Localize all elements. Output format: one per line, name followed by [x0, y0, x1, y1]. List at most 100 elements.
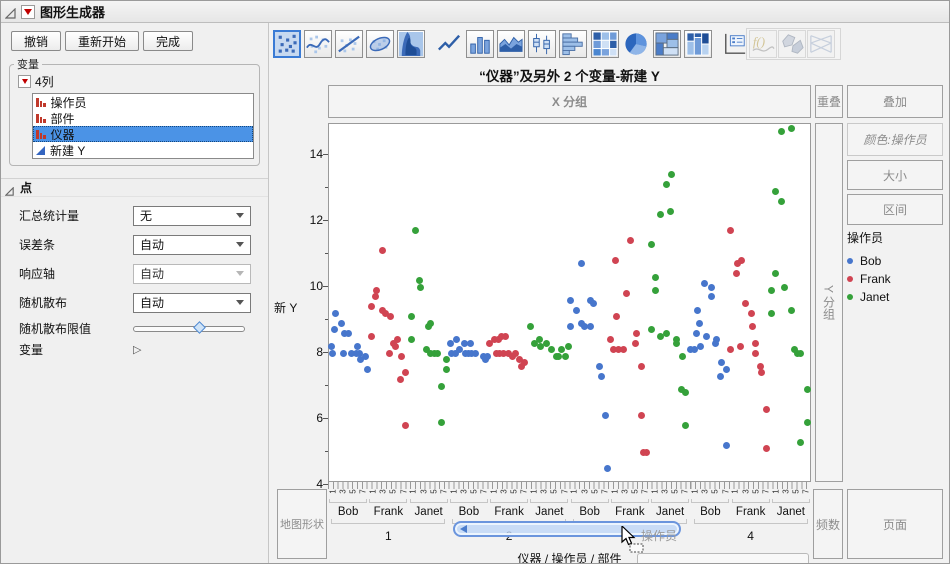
data-point-frank[interactable] [749, 323, 756, 330]
data-point-janet[interactable] [443, 356, 450, 363]
drop-zone-wrap[interactable]: 重叠 [815, 85, 843, 118]
drop-zone-overlay[interactable]: 叠加 [847, 85, 943, 118]
property-dropdown[interactable]: 自动 [133, 235, 251, 255]
data-point-janet[interactable] [673, 340, 680, 347]
data-point-frank[interactable] [734, 260, 741, 267]
data-point-bob[interactable] [717, 373, 724, 380]
data-point-janet[interactable] [804, 386, 811, 393]
data-point-bob[interactable] [696, 320, 703, 327]
contour-icon[interactable] [397, 30, 425, 58]
data-point-janet[interactable] [667, 208, 674, 215]
data-point-bob[interactable] [708, 284, 715, 291]
data-point-bob[interactable] [602, 412, 609, 419]
variable-item-1[interactable]: 操作员 [33, 94, 253, 110]
pie-icon[interactable] [622, 30, 650, 58]
data-point-bob[interactable] [693, 330, 700, 337]
smoother-icon[interactable] [304, 30, 332, 58]
drop-zone-page[interactable]: 页面 [847, 489, 943, 559]
y-axis-label[interactable]: 新 Y [274, 299, 297, 316]
data-point-bob[interactable] [567, 297, 574, 304]
columns-red-triangle-icon[interactable] [18, 75, 31, 88]
data-point-janet[interactable] [804, 419, 811, 426]
data-point-janet[interactable] [416, 277, 423, 284]
data-point-janet[interactable] [663, 330, 670, 337]
area-icon[interactable] [497, 30, 525, 58]
data-point-janet[interactable] [434, 350, 441, 357]
data-point-frank[interactable] [398, 353, 405, 360]
data-point-janet[interactable] [417, 284, 424, 291]
data-point-frank[interactable] [379, 247, 386, 254]
data-point-janet[interactable] [565, 343, 572, 350]
data-point-frank[interactable] [752, 350, 759, 357]
property-dropdown[interactable]: 无 [133, 206, 251, 226]
data-point-frank[interactable] [607, 336, 614, 343]
variable-item-4[interactable]: 新建 Y [33, 142, 253, 158]
data-point-janet[interactable] [652, 274, 659, 281]
data-point-frank[interactable] [763, 445, 770, 452]
data-point-bob[interactable] [587, 323, 594, 330]
data-point-bob[interactable] [345, 330, 352, 337]
data-point-bob[interactable] [723, 442, 730, 449]
jitter-limit-slider[interactable] [133, 323, 245, 335]
drop-zone-map-shape[interactable]: 地图形状 [277, 489, 327, 559]
done-button[interactable]: 完成 [143, 31, 193, 51]
data-point-bob[interactable] [338, 320, 345, 327]
legend-item-frank[interactable]: Frank [847, 270, 947, 288]
data-point-bob[interactable] [578, 260, 585, 267]
data-point-bob[interactable] [718, 359, 725, 366]
data-point-janet[interactable] [778, 128, 785, 135]
drop-zone-frequency[interactable]: 频数 [813, 489, 843, 559]
data-point-frank[interactable] [372, 293, 379, 300]
data-point-janet[interactable] [772, 270, 779, 277]
histogram-icon[interactable] [559, 30, 587, 58]
data-point-frank[interactable] [632, 340, 639, 347]
data-point-bob[interactable] [329, 350, 336, 357]
data-point-janet[interactable] [648, 326, 655, 333]
data-point-janet[interactable] [527, 323, 534, 330]
data-point-janet[interactable] [443, 366, 450, 373]
data-point-janet[interactable] [797, 439, 804, 446]
data-point-frank[interactable] [737, 343, 744, 350]
data-point-bob[interactable] [328, 343, 335, 350]
data-point-janet[interactable] [652, 287, 659, 294]
data-point-janet[interactable] [768, 287, 775, 294]
data-point-janet[interactable] [663, 181, 670, 188]
drop-zone-interval[interactable]: 区间 [847, 194, 943, 225]
data-point-frank[interactable] [613, 313, 620, 320]
data-point-frank[interactable] [748, 310, 755, 317]
data-point-bob[interactable] [723, 366, 730, 373]
data-point-frank[interactable] [387, 313, 394, 320]
data-point-janet[interactable] [788, 307, 795, 314]
data-point-frank[interactable] [733, 270, 740, 277]
legend-item-bob[interactable]: Bob [847, 252, 947, 270]
data-point-bob[interactable] [331, 326, 338, 333]
data-point-frank[interactable] [620, 346, 627, 353]
treemap-icon[interactable] [653, 30, 681, 58]
caption-box-icon[interactable] [721, 30, 749, 58]
data-point-janet[interactable] [657, 211, 664, 218]
data-point-frank[interactable] [627, 237, 634, 244]
data-point-janet[interactable] [788, 125, 795, 132]
data-point-janet[interactable] [668, 171, 675, 178]
drop-zone-y-group[interactable]: Y 分组 [815, 123, 843, 482]
drop-zone-x-group[interactable]: X 分组 [328, 85, 811, 118]
data-point-frank[interactable] [638, 363, 645, 370]
data-point-frank[interactable] [638, 412, 645, 419]
box-plot-icon[interactable] [528, 30, 556, 58]
data-point-frank[interactable] [763, 406, 770, 413]
points-icon[interactable] [273, 30, 301, 58]
data-point-janet[interactable] [797, 350, 804, 357]
data-point-bob[interactable] [697, 343, 704, 350]
data-point-janet[interactable] [781, 284, 788, 291]
drop-zone-size[interactable]: 大小 [847, 160, 943, 190]
legend-item-janet[interactable]: Janet [847, 288, 947, 306]
data-point-janet[interactable] [548, 346, 555, 353]
line-of-fit-icon[interactable] [335, 30, 363, 58]
data-point-frank[interactable] [368, 303, 375, 310]
data-point-frank[interactable] [758, 369, 765, 376]
points-disclosure-icon[interactable] [5, 183, 14, 192]
data-point-bob[interactable] [712, 340, 719, 347]
data-point-bob[interactable] [332, 310, 339, 317]
data-point-bob[interactable] [364, 366, 371, 373]
data-point-janet[interactable] [408, 313, 415, 320]
